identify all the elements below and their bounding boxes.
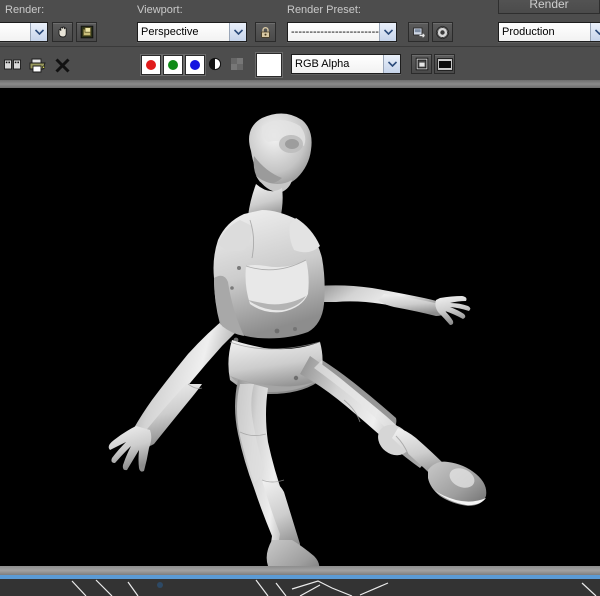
duplicate-image-button[interactable] [434, 54, 455, 74]
render-region-button[interactable] [76, 22, 97, 42]
red-dot-icon [146, 60, 156, 70]
viewport-separator-bottom [0, 566, 600, 575]
region-box-icon [80, 25, 94, 39]
render-button-label: Render [529, 0, 568, 13]
printer-icon [28, 56, 48, 74]
blue-channel-button[interactable] [185, 55, 205, 75]
red-channel-button[interactable] [141, 55, 161, 75]
render-toolbar-top: Render: Viewport: Render Preset: Perspe [0, 0, 600, 47]
render-preset-combo[interactable]: ------------------------------ [287, 22, 397, 42]
render-preset-value: ------------------------------ [288, 23, 379, 41]
green-dot-icon [168, 60, 178, 70]
alpha-channel-button[interactable] [229, 56, 245, 72]
render-preset-group-label: Render Preset: [287, 4, 361, 16]
perspective-viewport-strip[interactable] [0, 579, 600, 596]
clear-button[interactable] [52, 55, 72, 75]
close-x-icon [54, 57, 71, 74]
chevron-down-icon[interactable] [383, 55, 400, 73]
monochrome-button[interactable] [207, 56, 223, 72]
chevron-down-icon[interactable] [229, 23, 246, 41]
hand-icon [56, 25, 70, 39]
render-area-combo[interactable] [0, 22, 48, 42]
render-group-label: Render: [5, 4, 44, 16]
alpha-checker-icon [230, 57, 244, 71]
rendered-frame-viewport[interactable] [0, 88, 600, 566]
print-button[interactable] [27, 54, 49, 76]
render-mode-value: Production [499, 23, 590, 41]
viewport-value: Perspective [138, 23, 229, 41]
chevron-down-icon[interactable] [30, 23, 47, 41]
blue-dot-icon [190, 60, 200, 70]
clone-window-icon [4, 59, 22, 71]
render-button[interactable]: Render [498, 0, 600, 14]
render-toolbar-bottom: RGB Alpha [0, 48, 600, 82]
clone-rendered-frame-button[interactable] [3, 56, 23, 74]
toggle-ui-button[interactable] [411, 54, 432, 74]
render-mode-combo[interactable]: Production [498, 22, 600, 42]
load-preset-icon [412, 25, 426, 39]
viewport-combo[interactable]: Perspective [137, 22, 247, 42]
region-pan-button[interactable] [52, 22, 73, 42]
viewport-lock-button[interactable] [255, 22, 276, 42]
channel-display-value: RGB Alpha [292, 55, 383, 73]
load-preset-button[interactable] [408, 22, 429, 42]
viewport-separator-top [0, 80, 600, 88]
chevron-down-icon[interactable] [379, 23, 396, 41]
filmstrip-icon [437, 58, 453, 71]
render-area-value [0, 23, 30, 41]
viewport-group-label: Viewport: [137, 4, 183, 16]
chevron-down-icon[interactable] [590, 23, 600, 41]
render-setup-button[interactable] [432, 22, 453, 42]
background-color-swatch[interactable] [256, 53, 282, 77]
panel-window-icon [415, 57, 429, 71]
lock-icon [259, 26, 272, 39]
wireframe-overlay [0, 579, 600, 596]
max-render-window: Render: Viewport: Render Preset: Perspe [0, 0, 600, 596]
gear-icon [435, 25, 450, 40]
viewport-gizmo-dot [157, 582, 163, 588]
half-circle-icon [208, 57, 222, 71]
channel-display-combo[interactable]: RGB Alpha [291, 54, 401, 74]
rendered-character-image [0, 88, 600, 566]
green-channel-button[interactable] [163, 55, 183, 75]
